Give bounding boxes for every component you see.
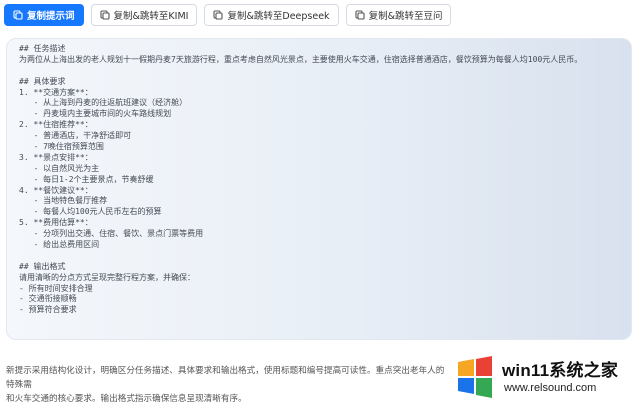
copy-icon — [355, 10, 365, 20]
windows-logo-icon — [458, 356, 492, 398]
prompt-line — [19, 251, 582, 262]
copy-jump-kimi-label: 复制&跳转至KIMI — [113, 11, 189, 22]
prompt-line: - 7晚住宿预算范围 — [19, 142, 104, 152]
copy-icon — [99, 10, 110, 20]
prompt-line: - 丹麦境内主要城市间的火车路线规划 — [19, 109, 172, 119]
prompt-panel: ## 任务描述 为两位从上海出发的老人规划十一假期丹麦7天旅游行程，重点考虑自然… — [6, 38, 632, 340]
copy-jump-douwen-label: 复制&跳转至豆问 — [368, 11, 443, 22]
copy-icon — [13, 10, 23, 20]
copy-jump-douwen-button[interactable]: 复制&跳转至豆问 — [345, 4, 452, 26]
prompt-line: 5. **费用估算**： — [19, 218, 93, 228]
watermark-title: win11系统之家 — [502, 361, 619, 380]
prompt-text: ## 任务描述 为两位从上海出发的老人规划十一假期丹麦7天旅游行程，重点考虑自然… — [19, 44, 582, 316]
copy-jump-kimi-button[interactable]: 复制&跳转至KIMI — [90, 4, 198, 26]
description-line: 新提示采用结构化设计，明确区分任务描述、具体要求和输出格式，使用标题和编号提高可… — [6, 366, 445, 390]
copy-prompt-label: 复制提示词 — [27, 11, 75, 22]
prompt-line: - 每日1-2个主要景点，节奏舒缓 — [19, 174, 154, 184]
copy-prompt-button[interactable]: 复制提示词 — [4, 4, 84, 26]
copy-jump-deepseek-label: 复制&跳转至Deepseek — [227, 11, 330, 22]
prompt-line: - 以自然风光为主 — [19, 163, 100, 173]
copy-jump-deepseek-button[interactable]: 复制&跳转至Deepseek — [204, 4, 339, 26]
prompt-line: ## 输出格式 — [19, 261, 66, 271]
prompt-line: 4. **餐饮建议**： — [19, 185, 93, 195]
copy-icon — [213, 10, 224, 20]
prompt-line: - 所有时间安排合理 — [19, 283, 93, 293]
description-text: 新提示采用结构化设计，明确区分任务描述、具体要求和输出格式，使用标题和编号提高可… — [6, 364, 446, 406]
prompt-line: - 当地特色餐厅推荐 — [19, 196, 108, 206]
watermark-url: www.relsound.com — [504, 382, 597, 394]
prompt-line: - 每餐人均100元人民币左右的预算 — [19, 207, 162, 217]
site-watermark: win11系统之家 www.relsound.com — [452, 350, 640, 404]
prompt-line: ## 任务描述 — [19, 44, 66, 53]
prompt-line: - 从上海到丹麦的往返航班建议（经济舱） — [19, 98, 188, 108]
prompt-line: 1. **交通方案**： — [19, 87, 93, 97]
toolbar: 复制提示词 复制&跳转至KIMI 复制&跳转至Deepseek 复制&跳转至豆问 — [4, 4, 452, 26]
prompt-line: 为两位从上海出发的老人规划十一假期丹麦7天旅游行程，重点考虑自然风光景点，主要使… — [19, 54, 583, 64]
prompt-line: ## 具体要求 — [19, 76, 66, 86]
prompt-line: - 给出总费用区间 — [19, 240, 100, 250]
prompt-line: - 交通衔接顺畅 — [19, 294, 77, 304]
prompt-line: 请用清晰的分点方式呈现完整行程方案，并确保： — [19, 272, 195, 282]
prompt-line: - 分项列出交通、住宿、餐饮、景点门票等费用 — [19, 229, 204, 239]
prompt-line — [19, 66, 582, 77]
prompt-line: 3. **景点安排**： — [19, 152, 93, 162]
prompt-line: - 普通酒店，干净舒适即可 — [19, 131, 132, 141]
prompt-line: - 预算符合要求 — [19, 305, 77, 315]
prompt-line: 2. **住宿推荐**： — [19, 120, 93, 130]
